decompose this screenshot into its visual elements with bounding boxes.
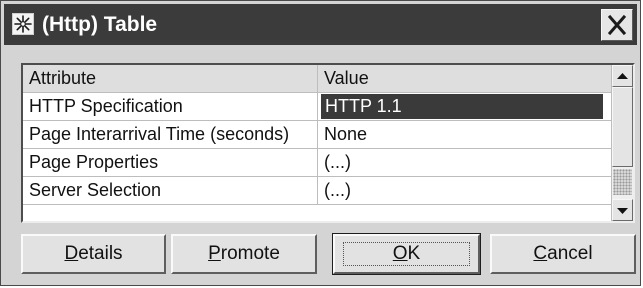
scrollbar-track[interactable] bbox=[613, 169, 632, 195]
promote-button[interactable]: Promote bbox=[171, 234, 317, 274]
table-row[interactable]: HTTP Specification HTTP 1.1 bbox=[23, 93, 611, 121]
table-row[interactable]: Server Selection (...) bbox=[23, 177, 611, 205]
value-cell[interactable]: HTTP 1.1 bbox=[318, 93, 611, 120]
star-icon bbox=[12, 13, 34, 35]
attribute-table: Attribute Value HTTP Specification HTTP … bbox=[21, 63, 635, 223]
value-cell[interactable]: None bbox=[318, 121, 611, 148]
scrollbar-thumb[interactable] bbox=[612, 87, 633, 167]
attribute-cell[interactable]: Server Selection bbox=[23, 177, 318, 204]
attribute-cell[interactable]: HTTP Specification bbox=[23, 93, 318, 120]
dialog-window: (Http) Table Attribute Value HTTP Specif… bbox=[0, 0, 641, 286]
cancel-button[interactable]: Cancel bbox=[490, 234, 636, 274]
details-mnemonic: D bbox=[64, 243, 79, 264]
promote-mnemonic: P bbox=[208, 243, 221, 264]
attribute-cell[interactable]: Page Properties bbox=[23, 149, 318, 176]
value-cell[interactable]: (...) bbox=[318, 177, 611, 204]
ok-button[interactable]: OK bbox=[332, 233, 481, 275]
scroll-up-button[interactable] bbox=[612, 65, 633, 87]
column-header-value[interactable]: Value bbox=[318, 65, 611, 92]
table-grid: Attribute Value HTTP Specification HTTP … bbox=[23, 65, 611, 205]
vertical-scrollbar[interactable] bbox=[611, 65, 633, 221]
title-bar[interactable]: (Http) Table bbox=[4, 4, 637, 45]
window-title: (Http) Table bbox=[42, 13, 158, 36]
promote-label: romote bbox=[220, 243, 280, 264]
table-row[interactable]: Page Interarrival Time (seconds) None bbox=[23, 121, 611, 149]
close-button[interactable] bbox=[601, 9, 633, 41]
table-header-row: Attribute Value bbox=[23, 65, 611, 93]
selected-value[interactable]: HTTP 1.1 bbox=[321, 94, 603, 119]
cancel-mnemonic: C bbox=[533, 243, 548, 264]
attribute-cell[interactable]: Page Interarrival Time (seconds) bbox=[23, 121, 318, 148]
table-row[interactable]: Page Properties (...) bbox=[23, 149, 611, 177]
column-header-attribute[interactable]: Attribute bbox=[23, 65, 318, 92]
value-cell[interactable]: (...) bbox=[318, 149, 611, 176]
scroll-down-button[interactable] bbox=[612, 199, 633, 221]
cancel-label: ancel bbox=[547, 243, 593, 264]
details-button[interactable]: Details bbox=[21, 234, 166, 274]
focus-ring bbox=[343, 242, 470, 266]
details-label: etails bbox=[78, 243, 123, 264]
